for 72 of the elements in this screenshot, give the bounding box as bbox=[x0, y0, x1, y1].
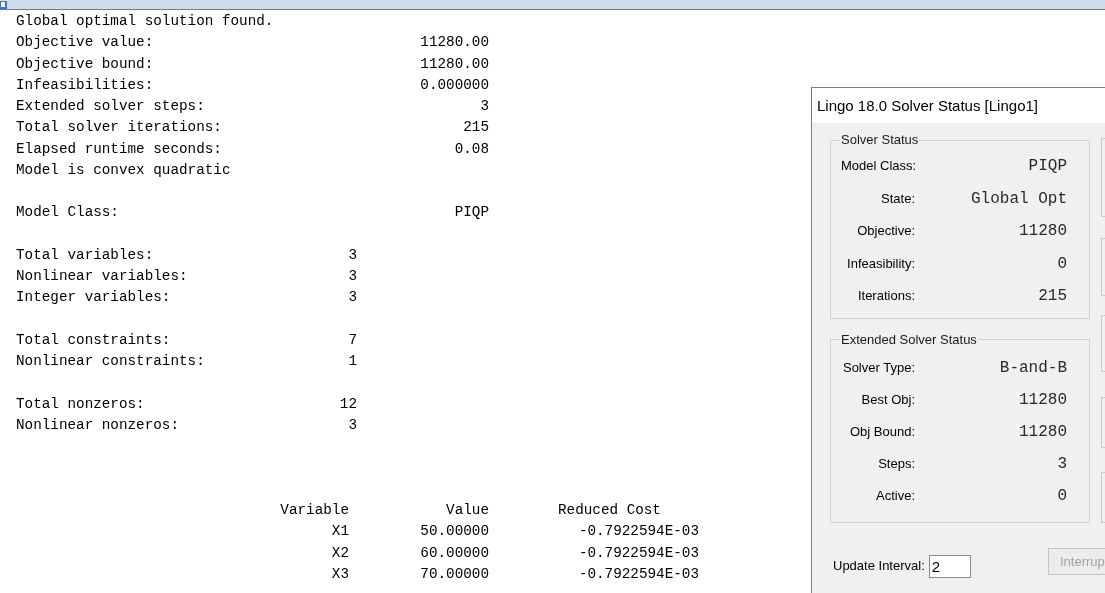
table-cell-text: 60.00000 bbox=[420, 543, 489, 563]
interval-input[interactable]: 2 bbox=[928, 555, 971, 578]
group-title: Extended Solver Status bbox=[840, 331, 978, 348]
report-value: 7 bbox=[348, 331, 357, 350]
field-label: Best Obj: bbox=[860, 391, 915, 408]
report-label: Total constraints: bbox=[16, 331, 171, 350]
report-value: 3 bbox=[348, 288, 357, 308]
report-value: 3 bbox=[480, 97, 489, 117]
report-value: 11280.00 bbox=[420, 54, 489, 74]
report-label: Nonlinear variables: bbox=[16, 267, 188, 287]
field-value: 11280 bbox=[1019, 390, 1067, 409]
report-label: Infeasibilities: bbox=[16, 75, 154, 95]
report-value: PIQP bbox=[454, 203, 489, 223]
table-cell-text: -0.7922594E-03 bbox=[578, 564, 699, 584]
report-label: Objective value: bbox=[16, 33, 154, 53]
table-cell-text: X2 bbox=[331, 543, 349, 563]
table-cell-text: X3 bbox=[331, 564, 349, 584]
app-icon bbox=[0, 1, 7, 9]
field-label: Objective: bbox=[856, 223, 915, 240]
report-value: 12 bbox=[339, 394, 357, 414]
group-frame bbox=[1101, 238, 1105, 296]
group-frame bbox=[1101, 472, 1105, 523]
field-label: Infeasibility: bbox=[846, 255, 915, 272]
report-label: Nonlinear constraints: bbox=[16, 352, 205, 372]
report-label: Total variables: bbox=[16, 245, 154, 265]
field-label: State: bbox=[880, 190, 915, 207]
field-label: Obj Bound: bbox=[848, 423, 915, 440]
report-value: 1 bbox=[348, 352, 357, 372]
field-label: Solver Type: bbox=[841, 359, 915, 376]
table-cell-text: -0.7922594E-03 bbox=[578, 522, 699, 542]
report-value: 11280.00 bbox=[420, 33, 489, 53]
field-label: Iterations: bbox=[856, 288, 915, 305]
field-value: 3 bbox=[1057, 454, 1067, 473]
column-header: Reduced Cost bbox=[558, 501, 661, 521]
group-frame bbox=[1101, 315, 1105, 372]
report-label: Nonlinear nonzeros: bbox=[16, 416, 179, 436]
report-value: 215 bbox=[463, 118, 489, 138]
report-label: Total solver iterations: bbox=[16, 118, 222, 138]
report-value: 3 bbox=[348, 245, 357, 265]
field-label: Active: bbox=[875, 487, 915, 504]
table-cell-text: 50.00000 bbox=[420, 522, 489, 542]
field-value: 11280 bbox=[1019, 422, 1067, 441]
table-cell-text: X1 bbox=[331, 522, 349, 542]
dialog-title: Lingo 18.0 Solver Status [Lingo1] bbox=[817, 96, 1038, 115]
column-header: Variable bbox=[280, 501, 349, 521]
field-value: 0 bbox=[1057, 254, 1067, 273]
report-label: Model Class: bbox=[16, 203, 119, 223]
report-note: Model is convex quadratic bbox=[16, 160, 231, 180]
field-value: B-and-B bbox=[999, 358, 1067, 377]
field-label: Model Class: bbox=[841, 158, 915, 175]
table-cell-text: -0.7922594E-03 bbox=[578, 543, 699, 563]
group-title: Solver Status bbox=[840, 132, 920, 148]
field-value: 11280 bbox=[1019, 222, 1067, 241]
report-label: Total nonzeros: bbox=[16, 394, 145, 414]
field-value: 215 bbox=[1038, 287, 1067, 306]
report-status-line: Global optimal solution found. bbox=[16, 12, 274, 31]
field-value: Global Opt bbox=[971, 189, 1067, 208]
report-value: 0.000000 bbox=[420, 75, 489, 95]
field-value: 0 bbox=[1057, 486, 1067, 505]
report-label: Extended solver steps: bbox=[16, 97, 205, 117]
table-cell-text: 70.00000 bbox=[420, 564, 489, 584]
report-value: 0.08 bbox=[454, 139, 489, 159]
report-value: 3 bbox=[348, 416, 357, 436]
field-label: Steps: bbox=[877, 455, 915, 472]
report-label: Objective bound: bbox=[16, 54, 154, 74]
group-frame bbox=[1101, 397, 1105, 448]
report-label: Elapsed runtime seconds: bbox=[16, 139, 222, 159]
report-value: 3 bbox=[348, 267, 357, 287]
field-label: Update Interval: bbox=[833, 558, 925, 574]
field-value: PIQP bbox=[1028, 157, 1067, 176]
column-header: Value bbox=[446, 501, 489, 521]
report-label: Integer variables: bbox=[16, 288, 171, 308]
